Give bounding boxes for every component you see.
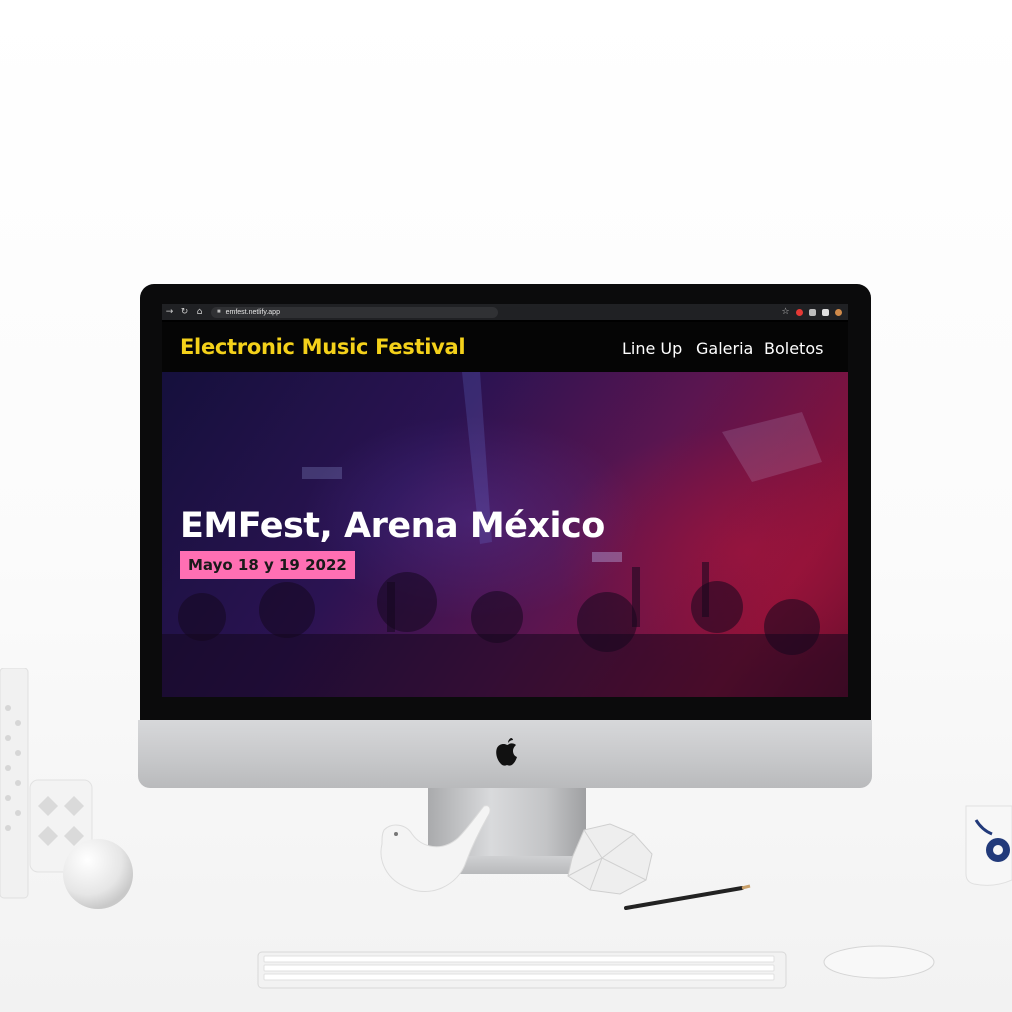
mouse	[823, 945, 935, 979]
hero-section: EMFest, Arena México Mayo 18 y 19 2022	[162, 372, 848, 697]
ceramic-bird	[380, 805, 491, 893]
address-bar[interactable]: ■ emfest.netlify.app	[211, 306, 498, 318]
profile-avatar-icon[interactable]	[835, 308, 842, 316]
arrow-left-icon[interactable]: →	[162, 304, 177, 320]
puzzle-icon[interactable]	[822, 308, 829, 316]
event-date-badge: Mayo 18 y 19 2022	[180, 551, 355, 579]
site-navbar: Electronic Music Festival Line Up Galeri…	[162, 322, 848, 372]
hero-title: EMFest, Arena México	[180, 506, 605, 546]
white-vase-tall	[0, 668, 29, 899]
apple-logo-icon	[496, 738, 517, 766]
glass-sphere	[63, 839, 133, 909]
reload-icon[interactable]: ↻	[177, 304, 192, 320]
extension-cube-icon[interactable]	[809, 308, 816, 316]
nav-link-galeria[interactable]: Galeria	[696, 339, 753, 358]
monitor-screen: → ↻ ⌂ ■ emfest.netlify.app ☆ Electronic …	[162, 304, 848, 697]
home-icon[interactable]: ⌂	[192, 304, 207, 320]
lock-icon: ■	[217, 308, 221, 315]
nav-link-line-up[interactable]: Line Up	[622, 339, 682, 358]
url-text: emfest.netlify.app	[225, 308, 280, 316]
extension-opera-icon[interactable]	[796, 308, 803, 316]
site-title[interactable]: Electronic Music Festival	[180, 335, 466, 359]
pencil	[624, 884, 751, 910]
keyboard	[257, 951, 787, 989]
star-icon[interactable]: ☆	[778, 304, 793, 320]
browser-toolbar: → ↻ ⌂ ■ emfest.netlify.app ☆	[162, 304, 848, 320]
blue-pattern-cup	[965, 805, 1012, 886]
nav-link-boletos[interactable]: Boletos	[764, 339, 823, 358]
